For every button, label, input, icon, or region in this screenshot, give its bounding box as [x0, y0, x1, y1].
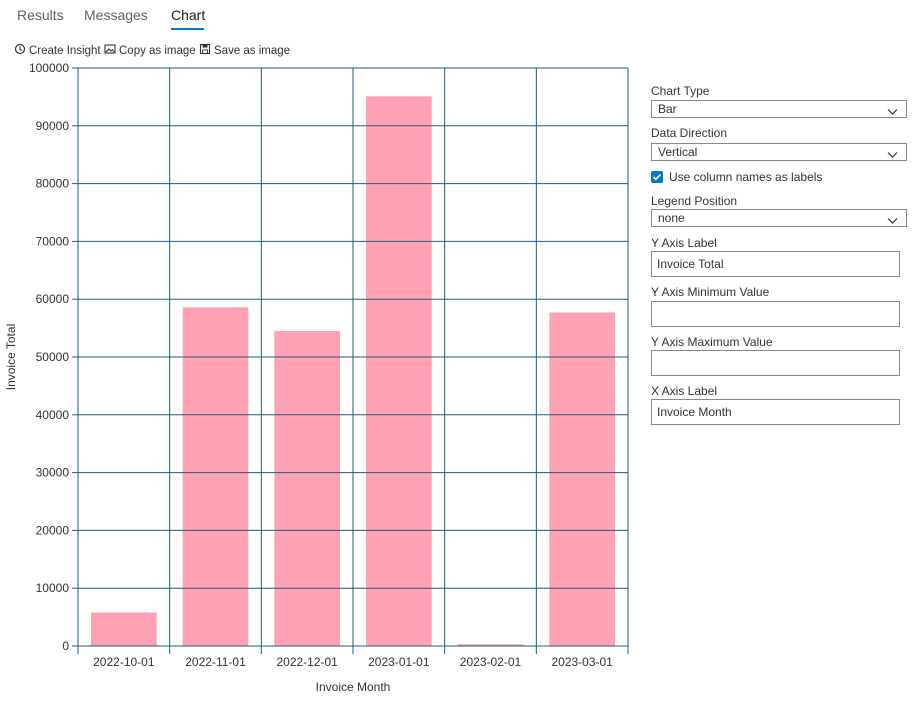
- legend-position-select[interactable]: none: [651, 209, 907, 227]
- y-tick-label: 90000: [36, 119, 70, 133]
- tab-chart[interactable]: Chart: [171, 7, 205, 23]
- chevron-down-icon: [887, 147, 898, 163]
- x-axis-title: Invoice Month: [316, 680, 391, 694]
- y-tick-label: 20000: [36, 523, 70, 537]
- x-axis-label-input[interactable]: Invoice Month: [651, 399, 900, 425]
- y-tick-label: 40000: [36, 408, 70, 422]
- tab-bar: Results Messages Chart: [0, 0, 912, 34]
- y-tick-label: 30000: [36, 466, 70, 480]
- chevron-down-icon: [887, 213, 898, 229]
- y-tick-label: 70000: [36, 234, 70, 248]
- image-icon: [104, 43, 119, 58]
- y-axis-label-label: Y Axis Label: [651, 236, 717, 250]
- chart-bar: [182, 307, 249, 646]
- create-insight-label: Create Insight: [29, 44, 101, 57]
- copy-as-image-label: Copy as image: [119, 44, 196, 57]
- chevron-down-icon: [887, 104, 898, 120]
- data-direction-label: Data Direction: [651, 126, 728, 140]
- y-axis-min-input[interactable]: [651, 301, 900, 327]
- bar-chart: 1000009000080000700006000050000400003000…: [4, 61, 629, 694]
- y-axis-max-input[interactable]: [651, 350, 900, 376]
- use-column-names-label: Use column names as labels: [669, 170, 823, 184]
- create-insight-button[interactable]: Create Insight: [14, 43, 101, 58]
- x-tick-label: 2022-10-01: [93, 655, 155, 669]
- y-axis-min-label: Y Axis Minimum Value: [651, 285, 770, 299]
- data-direction-select[interactable]: Vertical: [651, 143, 907, 161]
- x-tick-label: 2022-11-01: [185, 655, 246, 669]
- y-axis-label-input[interactable]: Invoice Total: [651, 251, 900, 277]
- chart-type-value: Bar: [658, 102, 677, 116]
- x-tick-label: 2022-12-01: [276, 655, 338, 669]
- x-axis-label-label: X Axis Label: [651, 384, 718, 398]
- y-tick-label: 60000: [36, 292, 70, 306]
- legend-position-value: none: [658, 211, 685, 225]
- x-tick-label: 2023-02-01: [460, 655, 522, 669]
- chart-bar: [549, 312, 615, 646]
- y-axis-title: Invoice Total: [4, 324, 18, 391]
- y-tick-label: 10000: [36, 581, 70, 595]
- y-tick-label: 100000: [29, 61, 69, 75]
- y-tick-label: 0: [62, 639, 69, 653]
- tab-results[interactable]: Results: [17, 7, 64, 23]
- x-tick-label: 2023-03-01: [551, 655, 613, 669]
- use-column-names-checkbox[interactable]: Use column names as labels: [651, 170, 822, 184]
- chart-bar: [366, 96, 432, 646]
- data-direction-value: Vertical: [658, 145, 698, 159]
- chart-type-label: Chart Type: [651, 84, 710, 98]
- y-tick-label: 80000: [36, 177, 70, 191]
- y-tick-label: 50000: [36, 350, 70, 364]
- active-tab-indicator: [171, 28, 204, 30]
- save-as-image-label: Save as image: [214, 44, 291, 57]
- chart-bar: [91, 612, 157, 646]
- chart-bar: [274, 330, 340, 646]
- copy-as-image-button[interactable]: Copy as image: [104, 43, 196, 58]
- save-icon: [199, 43, 214, 58]
- save-as-image-button[interactable]: Save as image: [199, 43, 290, 58]
- legend-position-label: Legend Position: [651, 194, 738, 208]
- y-axis-max-label: Y Axis Maximum Value: [651, 335, 773, 349]
- x-tick-label: 2023-01-01: [368, 655, 430, 669]
- insight-icon: [14, 43, 29, 58]
- checkbox-checked-icon[interactable]: [651, 171, 663, 183]
- tab-messages[interactable]: Messages: [84, 7, 148, 23]
- chart-type-select[interactable]: Bar: [651, 100, 907, 118]
